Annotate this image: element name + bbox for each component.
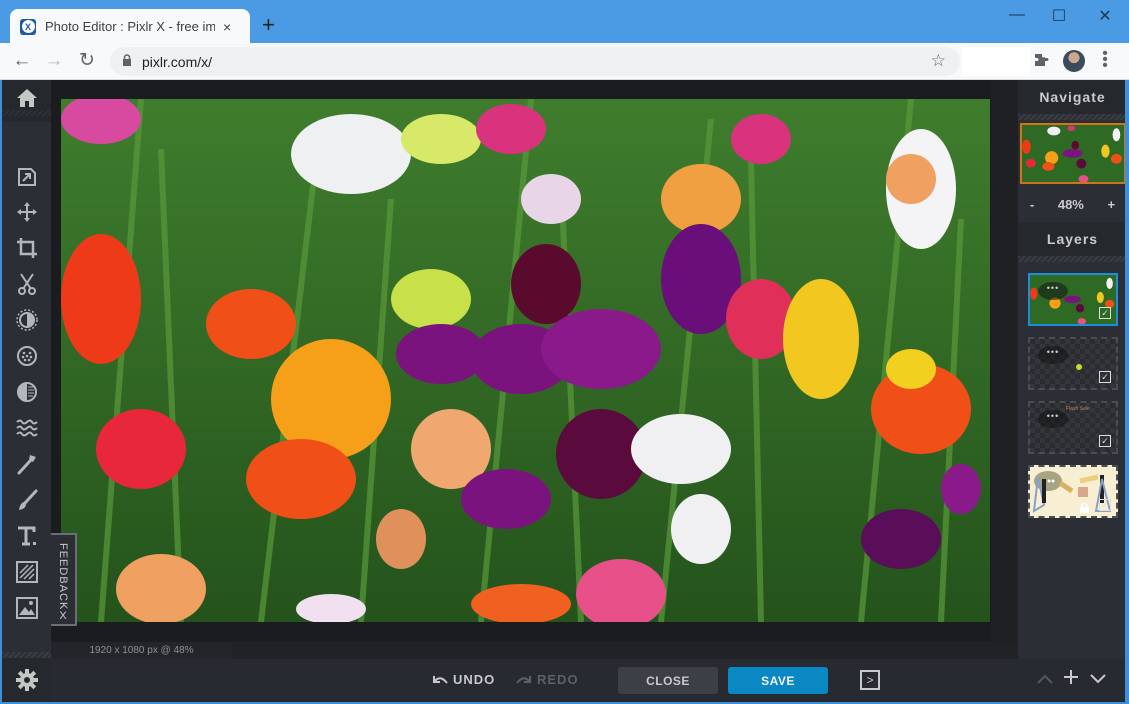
- url-text: pixlr.com/x/: [142, 53, 213, 70]
- right-panel: Navigate - 48% + Layers ••• ✓ ••• ✓ ••• …: [1018, 80, 1127, 659]
- extensions-puzzle-icon[interactable]: [1033, 52, 1049, 72]
- address-bar[interactable]: pixlr.com/x/ ☆: [110, 47, 960, 76]
- window-border: [1125, 80, 1127, 702]
- bottom-action-bar: UNDO REDO CLOSE SAVE >: [51, 659, 1127, 702]
- layer-options-icon[interactable]: •••: [1038, 346, 1068, 364]
- layer-visibility-checkbox[interactable]: ✓: [1099, 435, 1111, 447]
- layer-visibility-checkbox[interactable]: ✓: [1099, 499, 1111, 511]
- redo-button[interactable]: REDO: [516, 672, 579, 687]
- maximize-button[interactable]: ☐: [1044, 6, 1074, 26]
- layer-item-photo[interactable]: ••• ✓: [1028, 273, 1118, 326]
- add-layer-plus-icon[interactable]: [1063, 669, 1079, 689]
- crop-tool-icon[interactable]: [14, 235, 39, 260]
- undo-button[interactable]: UNDO: [432, 672, 495, 687]
- zoom-controls: - 48% +: [1018, 192, 1127, 217]
- effect-tool-icon[interactable]: [14, 379, 39, 404]
- window-close-button[interactable]: ✕: [1090, 6, 1120, 26]
- liquify-waves-icon[interactable]: [14, 415, 39, 440]
- move-tool-icon[interactable]: [14, 199, 39, 224]
- layer-options-icon[interactable]: •••: [1038, 410, 1068, 428]
- canvas-workspace: [51, 80, 1018, 659]
- add-image-icon[interactable]: [14, 595, 39, 620]
- toolbar-blank-area: [962, 47, 1030, 76]
- tab-close-icon[interactable]: ×: [223, 19, 231, 35]
- layer-text-preview: Flash Sale: [1066, 406, 1090, 412]
- browser-menu-icon[interactable]: • • •: [1100, 46, 1110, 74]
- feedback-tab[interactable]: FEEDBACK X: [51, 533, 77, 626]
- pixlr-app: 1920 x 1080 px @ 48% FEEDBACK X UNDO RED…: [2, 80, 1127, 702]
- undo-label: UNDO: [453, 672, 496, 687]
- lock-icon: [122, 54, 132, 69]
- pixlr-favicon-icon: X: [20, 18, 36, 35]
- layer-visibility-checkbox[interactable]: ✓: [1099, 371, 1111, 383]
- undo-arrow-icon: [433, 675, 448, 684]
- tab-title: Photo Editor : Pixlr X - free image: [45, 19, 215, 34]
- layer-item-background[interactable]: ✓: [1028, 465, 1118, 518]
- zoom-level: 48%: [1057, 197, 1084, 212]
- settings-button[interactable]: [2, 658, 51, 702]
- redo-arrow-icon: [516, 675, 531, 684]
- home-button[interactable]: [2, 80, 51, 122]
- profile-avatar[interactable]: [1063, 50, 1085, 72]
- layer-item-text[interactable]: ••• Flash Sale ✓: [1028, 401, 1118, 454]
- browser-toolbar: ← → ↻ pixlr.com/x/ ☆ • • •: [0, 43, 1129, 80]
- forward-button[interactable]: →: [42, 50, 66, 72]
- layer-options-icon[interactable]: •••: [1038, 282, 1068, 300]
- status-bar: 1920 x 1080 px @ 48%: [51, 642, 1018, 659]
- tool-rail: [2, 80, 51, 702]
- shape-dot: [1076, 364, 1082, 370]
- panel-toggle-icon[interactable]: >: [860, 670, 880, 690]
- redo-label: REDO: [537, 672, 579, 687]
- arrange-tool-icon[interactable]: [14, 164, 39, 189]
- zoom-in-button[interactable]: +: [1108, 197, 1116, 212]
- browser-tab[interactable]: X Photo Editor : Pixlr X - free image ×: [10, 9, 250, 44]
- filter-tool-icon[interactable]: [14, 343, 39, 368]
- gear-icon: [15, 669, 38, 691]
- retouch-brush-icon[interactable]: [14, 451, 39, 476]
- layers-header: Layers: [1018, 222, 1127, 262]
- zoom-out-button[interactable]: -: [1030, 197, 1034, 212]
- navigator-thumbnail[interactable]: [1020, 123, 1126, 184]
- browser-titlebar: X Photo Editor : Pixlr X - free image × …: [0, 0, 1129, 44]
- layer-down-chevron-icon[interactable]: [1089, 669, 1107, 689]
- feedback-label: FEEDBACK: [57, 543, 69, 611]
- bookmark-star-icon[interactable]: ☆: [931, 51, 946, 71]
- new-tab-button[interactable]: +: [262, 14, 275, 36]
- layer-visibility-checkbox[interactable]: ✓: [1099, 307, 1111, 319]
- layer-up-chevron-icon[interactable]: [1036, 669, 1054, 689]
- workspace-edge: [991, 80, 1018, 659]
- close-button[interactable]: CLOSE: [618, 667, 718, 694]
- tulip-photo: [61, 99, 990, 622]
- feedback-close-icon[interactable]: X: [59, 610, 66, 622]
- draw-paintbrush-icon[interactable]: [14, 487, 39, 512]
- cutout-scissors-icon[interactable]: [14, 271, 39, 296]
- reload-button[interactable]: ↻: [75, 50, 99, 72]
- text-tool-icon[interactable]: [14, 523, 39, 548]
- layer-lock-icon[interactable]: [1080, 500, 1089, 513]
- image-dimensions-text: 1920 x 1080 px @ 48%: [51, 642, 232, 659]
- adjust-tool-icon[interactable]: [14, 307, 39, 332]
- layer-item-shape[interactable]: ••• ✓: [1028, 337, 1118, 390]
- elements-pattern-icon[interactable]: [14, 559, 39, 584]
- minimize-button[interactable]: —: [1002, 6, 1032, 24]
- navigate-header: Navigate: [1018, 80, 1127, 120]
- home-icon: [16, 89, 37, 107]
- save-button[interactable]: SAVE: [728, 667, 828, 694]
- image-canvas[interactable]: [61, 99, 990, 622]
- back-button[interactable]: ←: [10, 50, 34, 72]
